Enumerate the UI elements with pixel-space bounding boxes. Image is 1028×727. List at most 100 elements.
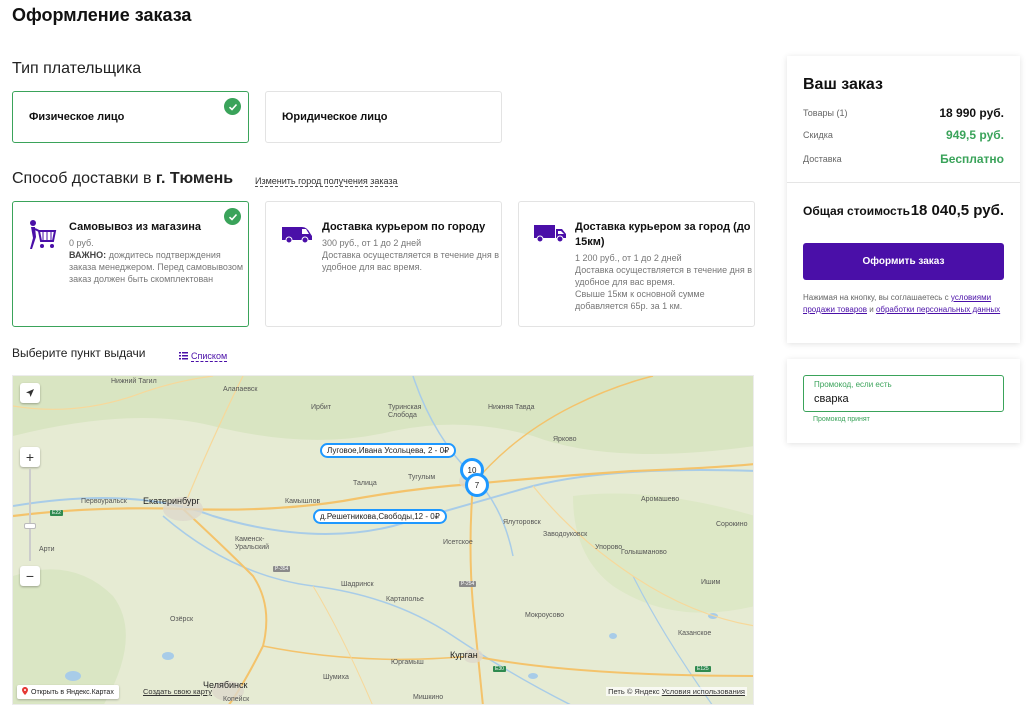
map-city-label: Тугулым <box>408 474 436 481</box>
agreement-and: и <box>869 305 874 314</box>
van-icon <box>280 224 314 249</box>
zoom-in-button[interactable]: + <box>20 447 40 467</box>
delivery-city: г. Тюмень <box>155 170 234 187</box>
map-city-label: Нижний Тагил <box>111 378 157 385</box>
change-city-link[interactable]: Изменить город получения заказа <box>255 176 398 187</box>
map-city-label: Каменск-Уральский <box>235 536 270 551</box>
delivery-option-price: 1 200 руб., от 1 до 2 дней <box>575 253 682 263</box>
promo-code-input[interactable] <box>814 393 994 405</box>
summary-row-delivery: Доставка Бесплатно <box>803 152 1004 166</box>
delivery-option-note: Доставка осуществляется в течение дня в … <box>575 265 752 287</box>
delivery-option-note: Доставка осуществляется в течение дня в … <box>322 250 499 272</box>
map-city-label: Туринская Слобода <box>388 404 422 419</box>
personal-data-link[interactable]: обработки персональных данных <box>876 305 1000 314</box>
create-map-link[interactable]: Создать свою карту <box>143 687 212 696</box>
map-city-label: Екатеринбург <box>143 496 200 506</box>
pickup-title: Выберите пункт выдачи <box>12 346 146 360</box>
road-badge: E125 <box>695 666 711 672</box>
payer-option-label: Физическое лицо <box>29 111 125 123</box>
delivery-option-pickup[interactable]: Самовывоз из магазина 0 руб. ВАЖНО: дожд… <box>12 201 249 327</box>
map-city-label: Озёрск <box>170 616 194 623</box>
map-city-label: Шумиха <box>323 674 349 681</box>
location-arrow-icon <box>25 385 35 401</box>
payer-section-title: Тип плательщика <box>12 60 142 77</box>
summary-total-label: Общая стоимость <box>803 204 910 218</box>
pickup-map[interactable]: Нижний Тагил Алапаевск Ирбит Туринская С… <box>12 375 754 705</box>
map-city-label: Аромашево <box>641 496 680 503</box>
map-background <box>13 376 753 704</box>
map-terms-link[interactable]: Условия использования <box>662 687 745 696</box>
delivery-option-note: ВАЖНО: дождитесь подтверждения заказа ме… <box>69 249 249 285</box>
map-city-label: Копейск <box>223 696 250 703</box>
delivery-option-note-extra: Свыше 15км к основной сумме добавляется … <box>575 289 705 311</box>
agreement-prefix: Нажимая на кнопку, вы соглашаетесь с <box>803 293 949 302</box>
pickup-point-marker[interactable]: Луговое,Ивана Усольцева, 2 - 0₽ <box>320 443 457 458</box>
summary-goods-value: 18 990 руб. <box>939 106 1004 120</box>
list-view-link[interactable]: Списком <box>179 347 228 365</box>
map-city-label: Мишкино <box>413 694 444 701</box>
map-pin-icon <box>22 687 28 697</box>
delivery-option-title: Доставка курьером по городу <box>322 221 486 233</box>
road-badge: E22 <box>50 510 63 516</box>
summary-discount-value: 949,5 руб. <box>946 128 1004 142</box>
summary-divider <box>787 182 1020 183</box>
open-in-yandex-maps-button[interactable]: Открыть в Яндекс.Картах <box>17 685 119 699</box>
map-city-label: Ишим <box>701 579 721 586</box>
map-city-label: Курган <box>450 650 478 660</box>
map-city-label: Ялуторовск <box>503 519 541 526</box>
map-city-label: Заводоуковск <box>543 531 588 538</box>
check-icon <box>224 98 241 115</box>
geolocation-button[interactable] <box>20 383 40 403</box>
order-summary-panel: Ваш заказ Товары (1) 18 990 руб. Скидка … <box>787 56 1020 343</box>
zoom-slider-track[interactable] <box>29 469 31 561</box>
map-attribution: Петь © Яндекс Условия использования <box>606 687 747 696</box>
map-city-label: Нижняя Тавда <box>488 404 535 411</box>
pickup-point-marker[interactable]: д.Решетникова,Свободы,12 - 0₽ <box>313 509 447 524</box>
promo-code-label: Промокод, если есть <box>814 380 892 389</box>
summary-total-value: 18 040,5 руб. <box>910 202 1004 219</box>
map-city-label: Первоуральск <box>81 498 127 505</box>
map-city-label: Казанское <box>678 630 712 637</box>
delivery-title-prefix: Способ доставки в <box>12 170 152 187</box>
list-icon <box>179 347 188 365</box>
page-title: Оформление заказа <box>12 5 192 25</box>
payer-option-individual[interactable]: Физическое лицо <box>12 91 249 143</box>
summary-discount-label: Скидка <box>803 130 833 140</box>
promo-panel: Промокод, если есть Промокод принят <box>787 359 1020 443</box>
payer-option-label: Юридическое лицо <box>282 111 388 123</box>
map-city-label: Мокроусово <box>525 612 564 619</box>
summary-goods-label: Товары (1) <box>803 108 848 118</box>
map-city-label: Сорокино <box>716 521 748 528</box>
map-copyright: Петь © Яндекс <box>608 687 660 696</box>
place-order-button[interactable]: Оформить заказ <box>803 243 1004 280</box>
map-city-label: Талица <box>353 480 377 487</box>
road-badge: P-254 <box>459 581 477 587</box>
summary-delivery-label: Доставка <box>803 154 842 164</box>
delivery-option-courier-outside[interactable]: Доставка курьером за город (до 15км) 1 2… <box>518 201 755 327</box>
map-city-label: Арти <box>39 546 55 553</box>
map-city-label: Шадринск <box>341 581 374 588</box>
map-city-label: Камышлов <box>285 498 321 505</box>
check-icon <box>224 208 241 225</box>
summary-delivery-value: Бесплатно <box>940 152 1004 166</box>
road-badge: P-354 <box>273 566 291 572</box>
note-important: ВАЖНО: <box>69 250 107 260</box>
zoom-out-button[interactable]: − <box>20 566 40 586</box>
map-city-label: Исетское <box>443 539 473 546</box>
map-city-label: Картаполье <box>386 596 424 603</box>
open-in-yandex-maps-label: Открыть в Яндекс.Картах <box>31 688 114 696</box>
delivery-section-title: Способ доставки в г. Тюмень <box>12 170 233 188</box>
road-badge: E30 <box>493 666 506 672</box>
delivery-option-courier-city[interactable]: Доставка курьером по городу 300 руб., от… <box>265 201 502 327</box>
map-city-label: Ярково <box>553 436 577 443</box>
shopping-cart-person-icon <box>27 219 57 256</box>
list-view-label: Списком <box>191 350 228 362</box>
zoom-slider-handle[interactable] <box>24 523 36 529</box>
truck-icon <box>533 222 567 249</box>
delivery-option-price: 300 руб., от 1 до 2 дней <box>322 238 422 248</box>
pickup-cluster-marker[interactable]: 7 <box>465 473 489 497</box>
map-city-label: Ирбит <box>311 404 332 411</box>
payer-option-legal[interactable]: Юридическое лицо <box>265 91 502 143</box>
promo-code-field[interactable]: Промокод, если есть <box>803 375 1004 412</box>
map-city-label: Юргамыш <box>391 659 424 666</box>
